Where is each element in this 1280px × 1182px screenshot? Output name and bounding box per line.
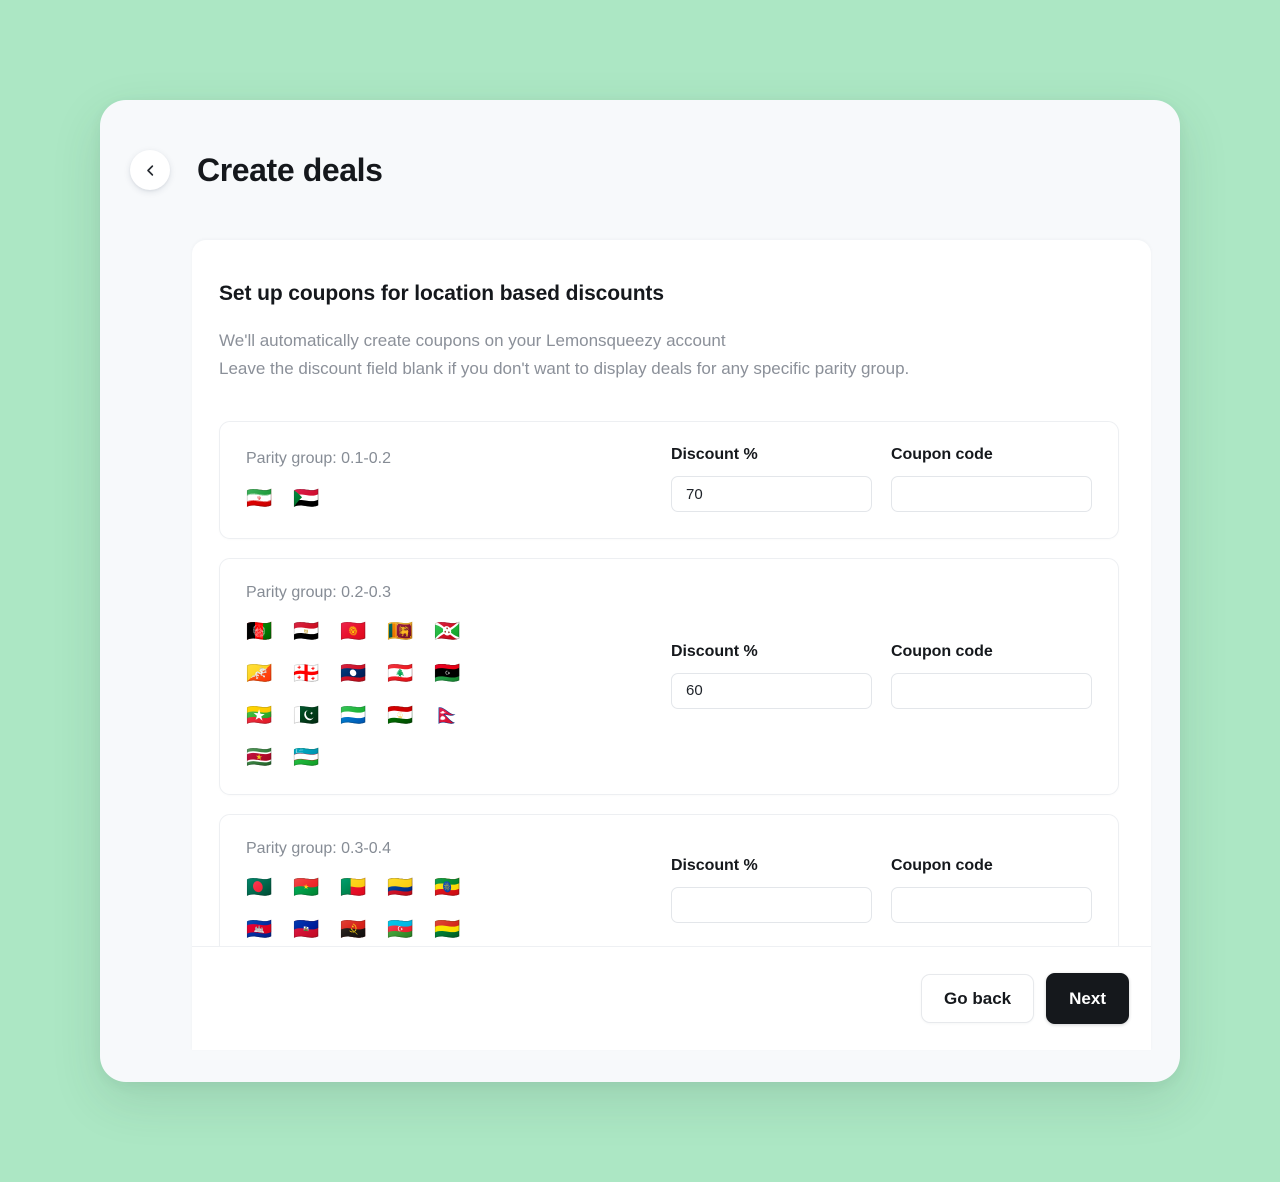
iran-flag: 🇮🇷 — [246, 485, 273, 510]
azerbaijan-flag: 🇦🇿 — [387, 917, 414, 942]
bhutan-flag: 🇧🇹 — [246, 661, 273, 686]
myanmar-flag: 🇲🇲 — [246, 703, 273, 728]
country-flag-grid: 🇦🇫 🇪🇬 🇰🇬 🇱🇰 🇧🇮 🇧🇹 🇬🇪 🇱🇦 🇱🇧 🇱🇾 🇲🇲 🇵🇰 🇸🇱 🇹🇯 🇳🇵 🇸🇷 🇺🇿 — [246, 620, 671, 768]
coupon-input[interactable] — [891, 476, 1092, 512]
uzbekistan-flag: 🇺🇿 — [293, 745, 320, 770]
lebanon-flag: 🇱🇧 — [387, 661, 414, 686]
parity-group-card: Parity group: 0.3-0.4 🇧🇩 🇧🇫 🇧🇯 🇨🇴 🇪🇹 🇰🇭 🇭🇹 🇦🇴 🇦🇿 🇧… — [219, 814, 1119, 946]
kyrgyzstan-flag: 🇰🇬 — [340, 619, 367, 644]
next-button[interactable]: Next — [1046, 973, 1129, 1024]
section-description-line-2: Leave the discount field blank if you do… — [219, 359, 910, 378]
modal-header: Create deals — [100, 100, 1180, 240]
parity-group-label: Parity group: 0.3-0.4 — [246, 840, 391, 858]
section-description-line-1: We'll automatically create coupons on yo… — [219, 331, 726, 350]
burkina-faso-flag: 🇧🇫 — [293, 875, 320, 900]
content-card: Set up coupons for location based discou… — [192, 240, 1151, 1050]
suriname-flag: 🇸🇷 — [246, 745, 273, 770]
back-button[interactable] — [130, 150, 170, 190]
section-title: Set up coupons for location based discou… — [219, 282, 664, 305]
chevron-left-icon — [143, 163, 158, 178]
scroll-area[interactable]: Set up coupons for location based discou… — [192, 240, 1151, 946]
coupon-label: Coupon code — [891, 446, 993, 463]
discount-input[interactable] — [671, 886, 872, 923]
modal-footer: Go back Next — [192, 946, 1151, 1050]
afghanistan-flag: 🇦🇫 — [246, 619, 273, 644]
cambodia-flag: 🇰🇭 — [246, 917, 273, 942]
coupon-field-group: Coupon code — [891, 857, 1092, 923]
ethiopia-flag: 🇪🇹 — [434, 875, 461, 900]
discount-label: Discount % — [671, 446, 758, 463]
discount-field-group: Discount % — [671, 446, 872, 512]
parity-group-fields: Discount % Coupon code — [671, 446, 1092, 512]
discount-input[interactable] — [671, 672, 872, 709]
tajikistan-flag: 🇹🇯 — [387, 703, 414, 728]
coupon-field-group: Coupon code — [891, 446, 1092, 512]
parity-group-info: Parity group: 0.1-0.2 🇮🇷 🇸🇩 — [238, 449, 671, 508]
parity-group-label: Parity group: 0.1-0.2 — [246, 450, 391, 468]
coupon-label: Coupon code — [891, 642, 993, 660]
georgia-flag: 🇬🇪 — [293, 661, 320, 686]
nepal-flag: 🇳🇵 — [434, 703, 461, 728]
sierra-leone-flag: 🇸🇱 — [340, 703, 367, 728]
coupon-input[interactable] — [891, 672, 1092, 709]
country-flag-grid: 🇮🇷 🇸🇩 — [246, 487, 671, 509]
discount-input[interactable] — [671, 476, 872, 512]
discount-field-group: Discount % — [671, 857, 872, 923]
parity-group-card: Parity group: 0.2-0.3 🇦🇫 🇪🇬 🇰🇬 🇱🇰 🇧🇮 🇧🇹 🇬🇪 🇱🇦 🇱🇧 🇱… — [219, 558, 1119, 796]
sudan-flag: 🇸🇩 — [293, 485, 320, 510]
benin-flag: 🇧🇯 — [340, 875, 367, 900]
discount-label: Discount % — [671, 642, 758, 660]
colombia-flag: 🇨🇴 — [387, 875, 414, 900]
laos-flag: 🇱🇦 — [340, 661, 367, 686]
bolivia-flag: 🇧🇴 — [434, 917, 461, 942]
go-back-button[interactable]: Go back — [921, 974, 1035, 1023]
pakistan-flag: 🇵🇰 — [293, 703, 320, 728]
coupon-field-group: Coupon code — [891, 643, 1092, 709]
parity-group-fields: Discount % Coupon code — [671, 857, 1092, 923]
angola-flag: 🇦🇴 — [340, 917, 367, 942]
parity-group-info: Parity group: 0.3-0.4 🇧🇩 🇧🇫 🇧🇯 🇨🇴 🇪🇹 🇰🇭 🇭🇹 🇦🇴 🇦🇿 🇧… — [238, 839, 671, 940]
parity-group-fields: Discount % Coupon code — [671, 643, 1092, 709]
haiti-flag: 🇭🇹 — [293, 917, 320, 942]
coupon-label: Coupon code — [891, 856, 993, 874]
discount-field-group: Discount % — [671, 643, 872, 709]
egypt-flag: 🇪🇬 — [293, 619, 320, 644]
parity-group-card: Parity group: 0.1-0.2 🇮🇷 🇸🇩 Discount % Coupo… — [219, 421, 1119, 539]
create-deals-modal: Create deals Set up coupons for location… — [100, 100, 1180, 1082]
sri-lanka-flag: 🇱🇰 — [387, 619, 414, 644]
parity-group-info: Parity group: 0.2-0.3 🇦🇫 🇪🇬 🇰🇬 🇱🇰 🇧🇮 🇧🇹 🇬🇪 🇱🇦 🇱🇧 🇱… — [238, 583, 671, 768]
discount-label: Discount % — [671, 856, 758, 874]
libya-flag: 🇱🇾 — [434, 661, 461, 686]
bangladesh-flag: 🇧🇩 — [246, 875, 273, 900]
parity-group-list: Parity group: 0.1-0.2 🇮🇷 🇸🇩 Discount % Coupo… — [219, 421, 1119, 946]
country-flag-grid: 🇧🇩 🇧🇫 🇧🇯 🇨🇴 🇪🇹 🇰🇭 🇭🇹 🇦🇴 🇦🇿 🇧🇴 — [246, 876, 671, 940]
parity-group-label: Parity group: 0.2-0.3 — [246, 584, 391, 601]
coupon-input[interactable] — [891, 886, 1092, 923]
page-title: Create deals — [197, 152, 383, 188]
burundi-flag: 🇧🇮 — [434, 619, 461, 644]
